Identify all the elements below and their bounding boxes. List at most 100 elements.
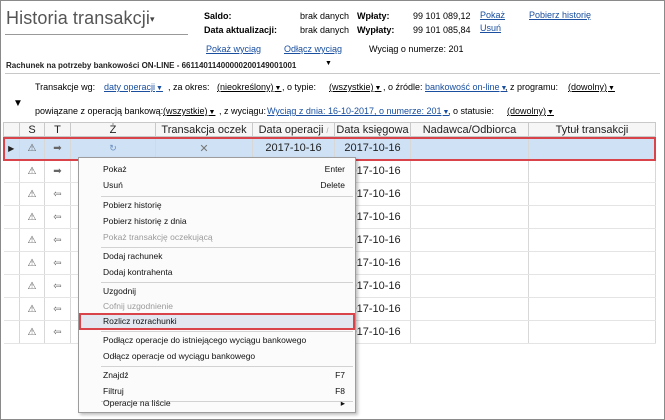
cell-tytul [528,274,656,298]
cell-nadawca [410,251,529,275]
za-okres-dropdown[interactable]: (nieokreślony)▼ [217,82,281,92]
menu-item-rozlicz-rozrachunki[interactable]: Rozlicz rozrachunki [79,314,355,331]
menu-item-dodaj-rachunek[interactable]: Dodaj rachunek [79,249,355,266]
direction-arrow-icon: ➡ [44,159,71,183]
direction-arrow-icon: ⇦ [44,251,71,275]
cell-nadawca [410,320,529,344]
menu-item-operacje-na-liscie[interactable]: Operacje na liście ▸ [79,396,355,413]
col-t[interactable]: T [44,122,71,137]
submenu-arrow-icon: ▸ [340,398,345,408]
cell-nadawca [410,297,529,321]
menu-separator [101,282,353,283]
col-marker [3,122,20,137]
menu-label: Filtruj [103,386,124,396]
page-title[interactable]: Historia transakcji▾ [6,8,155,29]
col-s[interactable]: S [19,122,45,137]
col-data-operacji-label: Data operacji [258,123,324,136]
chevron-down-icon: ▼ [608,85,615,92]
table-header-row: S T Ż Transakcja oczek Data operacji / Da… [3,122,656,137]
za-okres-value: (nieokreślony) [217,82,274,92]
saldo-value: brak danych [300,11,350,21]
account-dropdown-icon[interactable]: ▼ [325,60,332,67]
col-nadawca[interactable]: Nadawca/Odbiorca [410,122,529,137]
menu-item-podlacz-operacje[interactable]: Podłącz operacje do istniejącego wyciągu… [79,333,355,350]
o-zrodle-value: bankowość on-line [425,82,500,92]
menu-item-pokaz[interactable]: Pokaż Enter [79,162,355,179]
menu-separator [101,196,353,197]
wplaty-label: Wpłaty: [357,11,390,21]
col-data-operacji[interactable]: Data operacji / [252,122,335,137]
row-marker-icon [3,182,20,206]
warning-icon: ⚠ [19,320,45,344]
z-wyciagu-label: , z wyciągu: [219,106,267,116]
warning-icon: ⚠ [19,182,45,206]
o-zrodle-label: , o źródle: [383,82,423,92]
pokaz-wyciag-link[interactable]: Pokaż wyciąg [206,44,261,54]
z-wyciagu-dropdown[interactable]: Wyciąg z dnia: 16-10-2017, o numerze: 20… [267,106,449,116]
powiazane-dropdown[interactable]: (wszystkie)▼ [163,106,215,116]
title-dropdown-icon[interactable]: ▾ [150,14,155,24]
direction-arrow-icon: ⇦ [44,297,71,321]
o-zrodle-dropdown[interactable]: bankowość on-line▼ [425,82,507,92]
saldo-label: Saldo: [204,11,232,21]
o-typie-dropdown[interactable]: (wszystkie)▼ [329,82,381,92]
o-statusie-label: , o statusie: [448,106,495,116]
transakcje-wg-value: daty operacji [104,82,156,92]
row-marker-icon [3,228,20,252]
direction-arrow-icon: ⇦ [44,320,71,344]
menu-item-pobierz-historie-dnia[interactable]: Pobierz historię z dnia [79,214,355,231]
o-statusie-value: (dowolny) [507,106,547,116]
header-divider [5,73,660,74]
menu-label: Pokaż [103,164,127,174]
row-marker-icon [3,297,20,321]
col-z[interactable]: Ż [70,122,156,137]
cell-nadawca [410,159,529,183]
menu-item-odlacz-operacje[interactable]: Odłącz operacje od wyciągu bankowego [79,349,355,366]
shortcut: F7 [335,370,345,380]
menu-label: Usuń [103,180,123,190]
collapse-filters-icon[interactable]: ▼ [13,98,23,109]
direction-arrow-icon: ⇦ [44,182,71,206]
pobierz-historie-link[interactable]: Pobierz historię [529,10,591,20]
menu-label: Operacje na liście [103,398,171,408]
chevron-down-icon: ▼ [374,85,382,92]
odlacz-wyciag-link[interactable]: Odłącz wyciąg [284,44,342,54]
title-underline [5,34,188,35]
cell-tytul [528,228,656,252]
row-marker-icon [3,274,20,298]
warning-icon: ⚠ [19,136,45,160]
row-marker-icon [3,320,20,344]
za-okres-label: , za okres: [168,82,210,92]
cell-nadawca [410,182,529,206]
cell-nadawca [410,274,529,298]
warning-icon: ⚠ [19,159,45,183]
pokaz-link[interactable]: Pokaż [480,10,505,20]
shortcut: Enter [324,164,345,174]
menu-item-dodaj-kontrahenta[interactable]: Dodaj kontrahenta [79,265,355,282]
transakcje-wg-dropdown[interactable]: daty operacji▼ [104,82,163,92]
cell-nadawca [410,228,529,252]
row-marker-icon [3,205,20,229]
z-wyciagu-value: Wyciąg z dnia: 16-10-2017, o numerze: 20… [267,106,442,116]
col-tytul[interactable]: Tytuł transakcji [528,122,656,137]
cell-tytul [528,320,656,344]
chevron-down-icon: ▼ [547,109,554,116]
o-statusie-dropdown[interactable]: (dowolny)▼ [507,106,554,116]
usun-link[interactable]: Usuń [480,23,501,33]
transakcje-wg-label: Transakcje wg: [35,82,96,92]
cell-nadawca [410,136,529,160]
menu-item-usun[interactable]: Usuń Delete [79,178,355,195]
menu-separator [101,331,353,332]
menu-item-pokaz-oczekujaca: Pokaż transakcję oczekującą [103,232,213,242]
menu-item-pobierz-historie[interactable]: Pobierz historię [79,198,355,215]
shortcut: Delete [320,180,345,190]
col-data-ksiegowa[interactable]: Data księgowa [334,122,411,137]
wyciag-numer: Wyciąg o numerze: 201 [369,44,464,54]
col-transakcja-oczek[interactable]: Transakcja oczek [155,122,253,137]
cell-tytul [528,159,656,183]
menu-item-znajdz[interactable]: Znajdź F7 [79,368,355,385]
chevron-down-icon: ▼ [274,85,282,92]
z-programu-dropdown[interactable]: (dowolny)▼ [568,82,615,92]
direction-arrow-icon: ⇦ [44,228,71,252]
row-marker-icon: ▶ [3,136,20,160]
